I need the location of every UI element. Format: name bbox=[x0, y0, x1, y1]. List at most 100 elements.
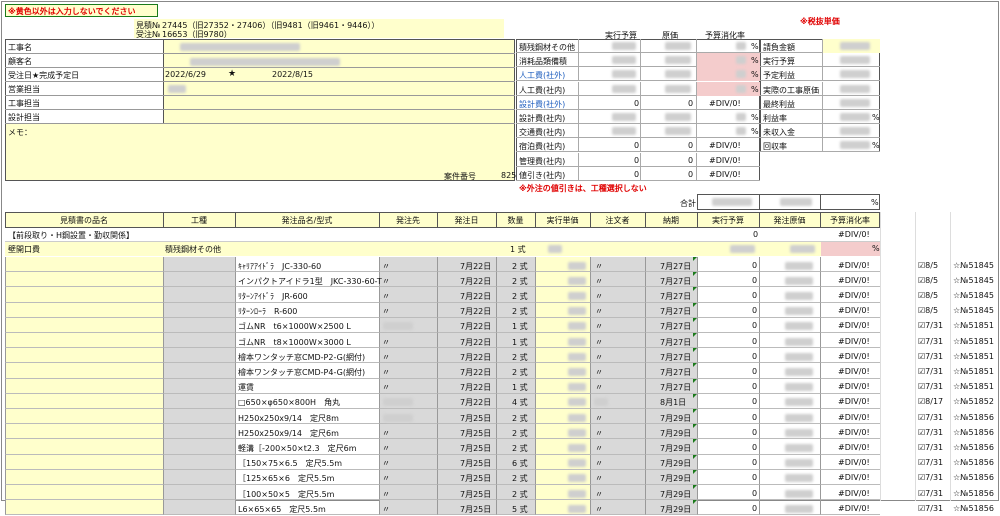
table-cell[interactable] bbox=[5, 302, 163, 318]
row-qty: 1 式 bbox=[512, 322, 528, 332]
table-cell[interactable] bbox=[5, 500, 163, 516]
table-header-5[interactable]: 数量 bbox=[496, 215, 535, 226]
row-order-date: 7月22日 bbox=[460, 383, 492, 393]
row-check[interactable]: ☑7/31 bbox=[918, 428, 943, 437]
table-cell[interactable] bbox=[697, 454, 759, 470]
table-cell[interactable] bbox=[163, 363, 235, 379]
complete-date[interactable]: 2022/8/15 bbox=[272, 70, 313, 79]
mid-item-exec: 0 bbox=[634, 155, 640, 165]
table-cell[interactable] bbox=[5, 378, 163, 394]
table-cell[interactable] bbox=[163, 485, 235, 501]
blurred-cost bbox=[785, 443, 813, 452]
warning-cell[interactable]: ※黄色以外は入力しないでください bbox=[5, 4, 158, 17]
table-cell[interactable] bbox=[5, 393, 163, 409]
table-header-9[interactable]: 実行予算 bbox=[697, 215, 759, 226]
table-cell[interactable] bbox=[5, 333, 163, 349]
row-check[interactable]: ☑7/31 bbox=[918, 489, 943, 498]
row-check[interactable]: ☑7/31 bbox=[918, 382, 943, 391]
row-note: ☆№51845 bbox=[953, 275, 994, 285]
table-cell[interactable] bbox=[5, 287, 163, 303]
row-check[interactable]: ☑8/5 bbox=[918, 261, 938, 270]
table-cell[interactable] bbox=[697, 317, 759, 333]
table-cell[interactable] bbox=[697, 257, 759, 273]
table-cell[interactable] bbox=[163, 500, 235, 516]
table-cell[interactable] bbox=[5, 454, 163, 470]
table-header-0[interactable]: 見積書の品名 bbox=[5, 215, 163, 226]
row-check[interactable]: ☑8/5 bbox=[918, 291, 938, 300]
table-cell[interactable] bbox=[5, 272, 163, 288]
table-cell[interactable] bbox=[163, 439, 235, 455]
table-header-8[interactable]: 納期 bbox=[645, 215, 697, 226]
table-cell[interactable] bbox=[5, 348, 163, 364]
table-cell[interactable] bbox=[163, 348, 235, 364]
table-header-1[interactable]: 工種 bbox=[163, 215, 235, 226]
table-cell[interactable] bbox=[163, 302, 235, 318]
table-cell[interactable] bbox=[235, 378, 379, 394]
table-cell[interactable] bbox=[163, 454, 235, 470]
row-check[interactable]: ☑7/31 bbox=[918, 337, 943, 346]
row-check[interactable]: ☑7/31 bbox=[918, 321, 943, 330]
table-cell[interactable] bbox=[163, 317, 235, 333]
table-cell[interactable] bbox=[697, 485, 759, 501]
table-header-6[interactable]: 実行単価 bbox=[535, 215, 590, 226]
table-cell[interactable] bbox=[5, 469, 163, 485]
case-label: 案件番号 bbox=[444, 172, 476, 181]
group-row-kind[interactable]: 積残鋼材その他 bbox=[165, 244, 221, 255]
mid-item-exec-cell[interactable] bbox=[578, 152, 640, 167]
row-check[interactable]: ☑7/31 bbox=[918, 443, 943, 452]
table-cell[interactable] bbox=[163, 469, 235, 485]
table-header-11[interactable]: 予算消化率 bbox=[820, 215, 880, 226]
group-row-label[interactable]: 壁開口費 bbox=[8, 244, 40, 255]
table-header-10[interactable]: 発注原価 bbox=[759, 215, 820, 226]
section-row-label[interactable]: 【前段取り・H鋼設置・勤収関係】 bbox=[8, 230, 134, 241]
mid-item-exec-cell[interactable] bbox=[578, 138, 640, 153]
table-header-7[interactable]: 注文者 bbox=[590, 215, 645, 226]
table-cell[interactable] bbox=[697, 393, 759, 409]
row-check[interactable]: ☑7/31 bbox=[918, 504, 943, 513]
table-cell[interactable] bbox=[697, 378, 759, 394]
table-cell[interactable] bbox=[163, 333, 235, 349]
table-cell[interactable] bbox=[163, 424, 235, 440]
table-cell[interactable] bbox=[5, 363, 163, 379]
table-cell[interactable] bbox=[697, 363, 759, 379]
table-cell[interactable] bbox=[697, 272, 759, 288]
row-check[interactable]: ☑7/31 bbox=[918, 458, 943, 467]
table-cell[interactable] bbox=[5, 424, 163, 440]
mid-item-exec-cell[interactable] bbox=[578, 95, 640, 110]
table-cell[interactable] bbox=[697, 302, 759, 318]
table-cell[interactable] bbox=[163, 287, 235, 303]
table-cell[interactable] bbox=[163, 378, 235, 394]
group-row-qty[interactable]: 1 式 bbox=[510, 244, 526, 255]
table-cell[interactable] bbox=[697, 500, 759, 516]
row-check[interactable]: ☑7/31 bbox=[918, 352, 943, 361]
table-cell[interactable] bbox=[5, 485, 163, 501]
table-cell[interactable] bbox=[5, 317, 163, 333]
table-cell[interactable] bbox=[163, 272, 235, 288]
table-cell[interactable] bbox=[697, 287, 759, 303]
table-header-3[interactable]: 発注先 bbox=[379, 215, 437, 226]
table-cell[interactable] bbox=[697, 424, 759, 440]
mid-item-exec-cell[interactable] bbox=[578, 166, 640, 181]
table-cell[interactable] bbox=[5, 257, 163, 273]
table-header-4[interactable]: 発注日 bbox=[437, 215, 496, 226]
table-cell[interactable] bbox=[697, 439, 759, 455]
row-check[interactable]: ☑7/31 bbox=[918, 413, 943, 422]
table-header-2[interactable]: 発注品名/型式 bbox=[235, 215, 379, 226]
case-value[interactable]: 825 bbox=[501, 171, 516, 180]
table-cell[interactable] bbox=[697, 348, 759, 364]
row-check[interactable]: ☑8/5 bbox=[918, 276, 938, 285]
table-cell[interactable] bbox=[163, 257, 235, 273]
row-check[interactable]: ☑8/17 bbox=[918, 397, 943, 406]
order-date[interactable]: 2022/6/29 bbox=[165, 70, 206, 79]
table-cell[interactable] bbox=[163, 393, 235, 409]
row-check[interactable]: ☑7/31 bbox=[918, 473, 943, 482]
table-cell[interactable] bbox=[5, 439, 163, 455]
row-check[interactable]: ☑7/31 bbox=[918, 367, 943, 376]
table-cell[interactable] bbox=[697, 469, 759, 485]
table-cell[interactable] bbox=[5, 409, 163, 425]
row-check[interactable]: ☑8/5 bbox=[918, 306, 938, 315]
table-cell[interactable] bbox=[697, 333, 759, 349]
row-note: ☆№51856 bbox=[953, 473, 994, 483]
table-cell[interactable] bbox=[697, 409, 759, 425]
table-cell[interactable] bbox=[163, 409, 235, 425]
